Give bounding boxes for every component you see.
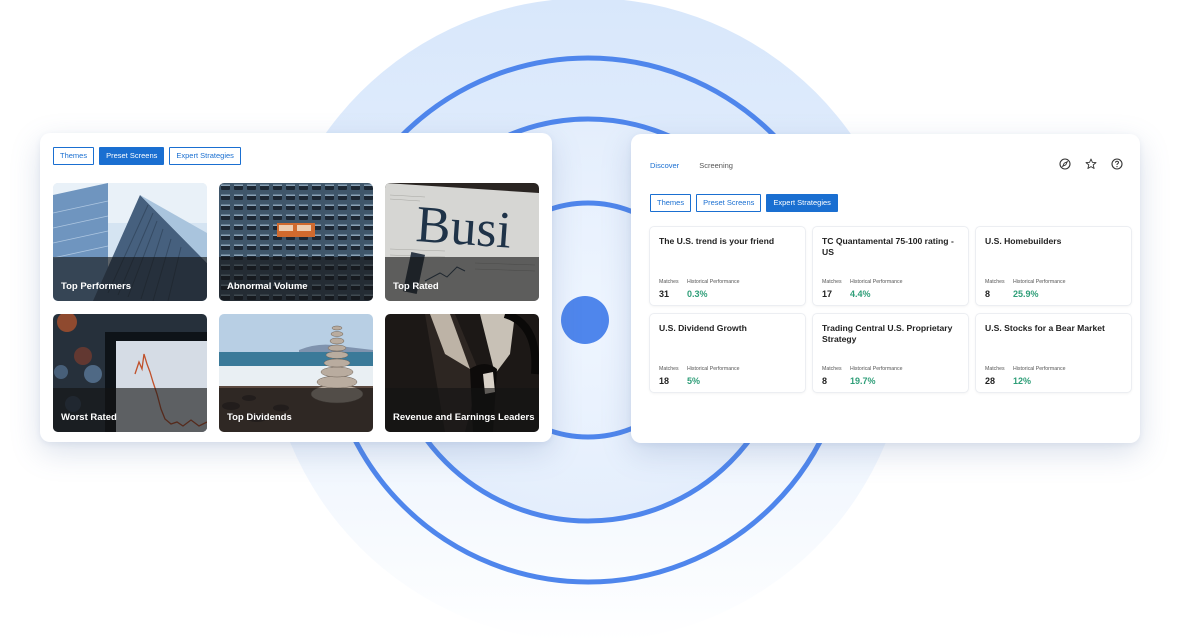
matches-value: 17: [822, 289, 833, 299]
tile-label: Abnormal Volume: [227, 281, 308, 292]
tab-expert-strategies[interactable]: Expert Strategies: [766, 194, 838, 212]
strategy-title: The U.S. trend is your friend: [659, 236, 775, 246]
matches-label: Matches: [822, 366, 842, 372]
matches-label: Matches: [985, 366, 1005, 372]
tile-label: Top Rated: [393, 281, 439, 292]
performance-value: 25.9%: [1013, 289, 1039, 299]
matches-value: 18: [659, 376, 670, 386]
strategy-card[interactable]: U.S. Stocks for a Bear Market Matches Hi…: [976, 314, 1131, 392]
tile-label: Top Dividends: [227, 412, 292, 423]
strategy-card[interactable]: U.S. Homebuilders Matches Historical Per…: [976, 227, 1131, 305]
performance-value: 12%: [1013, 376, 1032, 386]
tab-expert-strategies[interactable]: Expert Strategies: [169, 147, 241, 165]
preset-screens-panel: Themes Preset Screens Expert Strategies: [40, 133, 552, 442]
center-dot: [561, 296, 609, 344]
tile-label-overlay: [53, 257, 207, 301]
tile-top-rated[interactable]: Busi Top Rated: [385, 183, 539, 301]
matches-label: Matches: [822, 279, 842, 285]
tile-abnormal-volume[interactable]: Abnormal Volume: [219, 183, 373, 301]
matches-label: Matches: [659, 366, 679, 372]
matches-label: Matches: [985, 279, 1005, 285]
nav-screening[interactable]: Screening: [699, 161, 733, 170]
tab-preset-screens[interactable]: Preset Screens: [99, 147, 165, 165]
tile-top-dividends[interactable]: Top Dividends: [219, 314, 373, 432]
performance-label: Historical Performance: [1013, 279, 1066, 285]
header-actions: [1059, 158, 1123, 170]
tile-revenue-earnings-leaders[interactable]: Revenue and Earnings Leaders: [385, 314, 539, 432]
tile-label-overlay: [219, 388, 373, 432]
category-tabs: Themes Preset Screens Expert Strategies: [53, 147, 241, 165]
tile-label-overlay: [385, 388, 539, 432]
performance-label: Historical Performance: [850, 366, 903, 372]
tile-worst-rated[interactable]: Worst Rated: [53, 314, 207, 432]
preset-tiles: Top Performers Abnormal Volume Busi Top …: [53, 183, 539, 432]
matches-value: 28: [985, 376, 996, 386]
performance-value: 5%: [687, 376, 701, 386]
strategy-title: U.S. Dividend Growth: [659, 323, 747, 333]
matches-value: 8: [822, 376, 828, 386]
tile-label-overlay: [53, 388, 207, 432]
strategy-tabs: Themes Preset Screens Expert Strategies: [650, 194, 838, 212]
help-icon[interactable]: [1111, 158, 1123, 170]
strategy-card[interactable]: TC Quantamental 75-100 rating - US Match…: [813, 227, 968, 305]
tile-label: Revenue and Earnings Leaders: [393, 412, 535, 423]
performance-value: 0.3%: [687, 289, 708, 299]
tile-label-overlay: [219, 257, 373, 301]
star-icon[interactable]: [1085, 158, 1097, 170]
performance-label: Historical Performance: [687, 279, 740, 285]
nav-discover[interactable]: Discover: [650, 161, 679, 170]
matches-value: 31: [659, 289, 670, 299]
strategy-card[interactable]: The U.S. trend is your friend Matches Hi…: [650, 227, 805, 305]
top-nav: Discover Screening: [650, 161, 733, 170]
matches-value: 8: [985, 289, 991, 299]
tab-themes[interactable]: Themes: [53, 147, 95, 165]
strategy-card[interactable]: Trading Central U.S. Proprietary Strateg…: [813, 314, 968, 392]
tile-label: Top Performers: [61, 281, 132, 292]
tab-preset-screens[interactable]: Preset Screens: [696, 194, 762, 212]
performance-label: Historical Performance: [687, 366, 740, 372]
discover-panel: Discover Screening Themes Preset Screens…: [631, 134, 1140, 443]
performance-label: Historical Performance: [1013, 366, 1066, 372]
strategy-title: U.S. Homebuilders: [985, 236, 1062, 246]
tab-themes[interactable]: Themes: [650, 194, 692, 212]
svg-text:Busi: Busi: [414, 196, 513, 260]
strategy-title: U.S. Stocks for a Bear Market: [985, 323, 1105, 333]
tile-label-overlay: [385, 257, 539, 301]
matches-label: Matches: [659, 279, 679, 285]
performance-value: 19.7%: [850, 376, 876, 386]
strategy-title: TC Quantamental 75-100 rating - US: [822, 236, 954, 257]
performance-label: Historical Performance: [850, 279, 903, 285]
tile-top-performers[interactable]: Top Performers: [53, 183, 207, 301]
compass-icon[interactable]: [1059, 158, 1071, 170]
strategy-cards: The U.S. trend is your friend Matches Hi…: [650, 227, 1131, 392]
tile-label: Worst Rated: [61, 412, 117, 423]
strategy-card[interactable]: U.S. Dividend Growth Matches Historical …: [650, 314, 805, 392]
performance-value: 4.4%: [850, 289, 871, 299]
strategy-title: Trading Central U.S. Proprietary Strateg…: [822, 323, 953, 344]
